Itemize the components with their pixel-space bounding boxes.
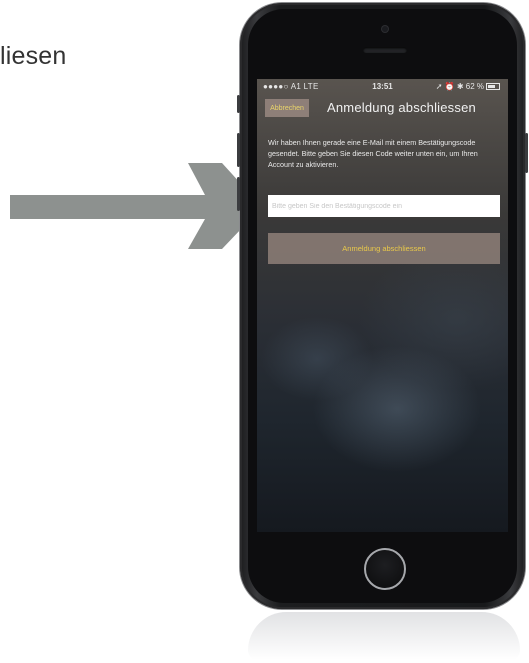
cancel-button[interactable]: Abbrechen [265, 99, 309, 117]
front-camera [382, 26, 388, 32]
nav-title: Anmeldung abschliessen [327, 100, 476, 115]
verification-code-input[interactable] [268, 195, 500, 217]
status-indicators-text: ➚ ⏰ ✱ 62 % [435, 82, 484, 91]
complete-registration-button[interactable]: Anmeldung abschliessen [268, 233, 500, 264]
mute-switch [237, 95, 240, 113]
nav-bar: Abbrechen Anmeldung abschliessen [257, 97, 508, 119]
earpiece-speaker [363, 47, 407, 53]
phone-screen: ●●●●○ A1 LTE 13:51 ➚ ⏰ ✱ 62 % Abbrechen … [257, 79, 508, 532]
volume-up-button [237, 133, 240, 167]
volume-down-button [237, 177, 240, 211]
status-bar: ●●●●○ A1 LTE 13:51 ➚ ⏰ ✱ 62 % [257, 79, 508, 93]
status-indicators: ➚ ⏰ ✱ 62 % [436, 82, 500, 91]
power-button [525, 133, 528, 173]
home-button-icon[interactable] [364, 548, 406, 590]
battery-icon [486, 83, 500, 91]
phone-reflection [248, 612, 520, 660]
info-text: Wir haben Ihnen gerade eine E-Mail mit e… [268, 138, 478, 169]
phone-frame: ●●●●○ A1 LTE 13:51 ➚ ⏰ ✱ 62 % Abbrechen … [237, 3, 528, 609]
